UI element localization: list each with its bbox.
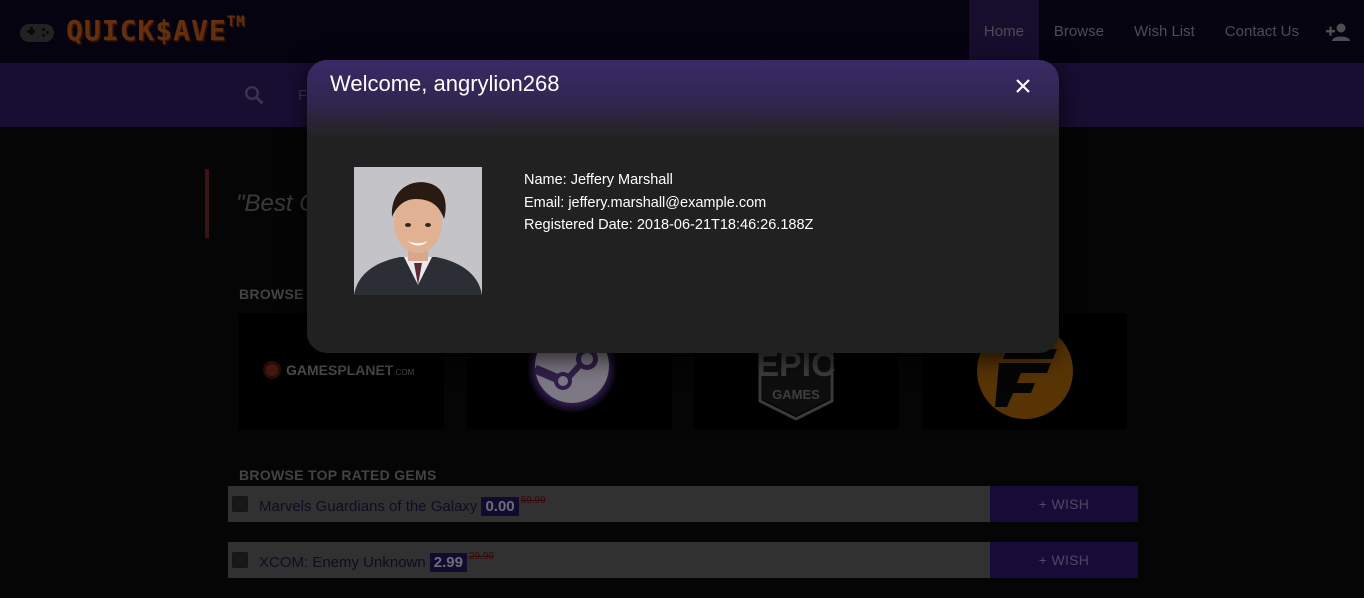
user-info: Name: Jeffery Marshall Email: jeffery.ma…	[524, 169, 813, 237]
close-icon[interactable]	[1013, 76, 1033, 96]
modal-header: Welcome, angrylion268	[307, 60, 1059, 136]
modal-title: Welcome, angrylion268	[330, 71, 560, 96]
user-email: Email: jeffery.marshall@example.com	[524, 194, 767, 211]
avatar	[354, 167, 482, 295]
user-registered-date: Registered Date: 2018-06-21T18:46:26.188…	[524, 217, 814, 233]
welcome-modal: Welcome, angrylion268 Name: Jeffery Mars…	[307, 60, 1059, 353]
user-name: Name: Jeffery Marshall	[524, 172, 673, 188]
